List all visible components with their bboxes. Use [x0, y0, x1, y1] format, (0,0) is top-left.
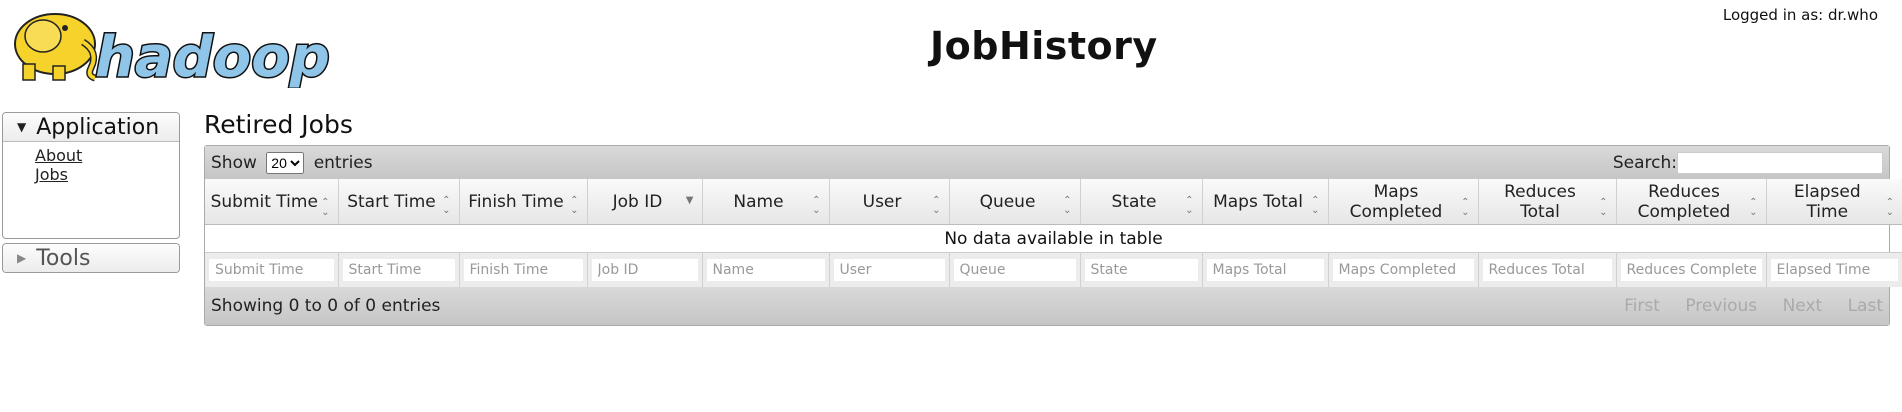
filter-input-job-id[interactable] — [591, 259, 698, 281]
elephant-icon — [14, 13, 98, 82]
nav-header-label: Application — [36, 114, 160, 140]
col-header-name[interactable]: Name ⌃ ⌄ — [702, 179, 830, 225]
nav-link-about[interactable]: About — [35, 146, 179, 165]
filter-input-state[interactable] — [1084, 259, 1198, 281]
col-header-elapsed-time[interactable]: Elapsed Time ⌃ ⌄ — [1766, 179, 1902, 225]
sort-icon: ⌃ ⌄ — [1185, 195, 1194, 216]
col-header-reduces-total[interactable]: Reduces Total ⌃ ⌄ — [1478, 179, 1617, 225]
nav-header-tools[interactable]: ▶ Tools — [3, 244, 179, 272]
entries-label: entries — [313, 152, 373, 173]
nav-links: About Jobs — [3, 142, 179, 238]
section-title: Retired Jobs — [204, 110, 353, 139]
sort-icon: ⌃ ⌄ — [321, 197, 330, 218]
logo-wordmark: hadoop — [95, 25, 330, 88]
col-header-start-time[interactable]: Start Time ⌃ ⌄ — [338, 179, 460, 225]
col-header-state[interactable]: State ⌃ ⌄ — [1080, 179, 1203, 225]
empty-message: No data available in table — [944, 228, 1163, 249]
sort-icon: ⌃ ⌄ — [812, 195, 821, 216]
previous-page-button[interactable]: Previous — [1685, 296, 1757, 316]
filter-input-reduces-completed[interactable] — [1620, 259, 1762, 281]
sort-icon: ⌃ ⌄ — [1311, 195, 1320, 216]
logged-in-user: Logged in as: dr.who — [1722, 6, 1878, 24]
empty-row: No data available in table — [205, 225, 1902, 253]
main-content: Retired Jobs Show 20 entries Search: Sub… — [204, 110, 1902, 326]
nav-header-label: Tools — [36, 245, 91, 271]
filter-row — [205, 252, 1902, 287]
col-header-queue[interactable]: Queue ⌃ ⌄ — [949, 179, 1081, 225]
col-header-maps-total[interactable]: Maps Total ⌃ ⌄ — [1202, 179, 1329, 225]
table-footer: Showing 0 to 0 of 0 entries First Previo… — [205, 287, 1889, 325]
nav-link-jobs[interactable]: Jobs — [35, 165, 179, 184]
filter-input-finish-time[interactable] — [463, 259, 583, 281]
nav-header-application[interactable]: ▼ Application — [3, 113, 179, 142]
filter-input-submit-time[interactable] — [209, 259, 334, 281]
show-label: Show — [211, 152, 257, 173]
length-control: Show 20 entries — [211, 151, 373, 174]
last-page-button[interactable]: Last — [1848, 296, 1883, 316]
sort-icon: ⌃ ⌄ — [1063, 195, 1072, 216]
header-row: Submit Time ⌃ ⌄ Start Time ⌃ ⌄ Finish Time ⌃ ⌄… — [205, 179, 1902, 225]
entries-select[interactable]: 20 — [266, 151, 305, 174]
filter-input-name[interactable] — [706, 259, 825, 281]
col-header-submit-time[interactable]: Submit Time ⌃ ⌄ — [205, 179, 339, 225]
next-page-button[interactable]: Next — [1783, 296, 1823, 316]
col-header-job-id[interactable]: Job ID ▼ — [587, 179, 703, 225]
collapsed-triangle-icon: ▶ — [17, 251, 27, 265]
col-header-user[interactable]: User ⌃ ⌄ — [829, 179, 950, 225]
nav-section-tools: ▶ Tools — [2, 243, 180, 273]
search-input[interactable] — [1677, 151, 1883, 174]
filter-input-maps-total[interactable] — [1206, 259, 1324, 281]
nav-menu: ▼ Application About Jobs ▶ Tools — [2, 112, 180, 277]
search-label: Search: — [1612, 152, 1677, 173]
filter-input-maps-completed[interactable] — [1332, 259, 1474, 281]
col-header-maps-completed[interactable]: Maps Completed ⌃ ⌄ — [1328, 179, 1479, 225]
search-control: Search: — [1612, 151, 1883, 174]
jobs-table: Submit Time ⌃ ⌄ Start Time ⌃ ⌄ Finish Time ⌃ ⌄… — [205, 179, 1902, 287]
sort-icon: ⌃ ⌄ — [442, 195, 451, 216]
nav-section-application: ▼ Application About Jobs — [2, 112, 180, 239]
sort-icon: ⌃ ⌄ — [1461, 197, 1470, 218]
sort-icon: ⌃ ⌄ — [1749, 197, 1758, 218]
sort-icon: ⌃ ⌄ — [570, 195, 579, 216]
filter-input-user[interactable] — [833, 259, 945, 281]
hadoop-logo: hadoop — [3, 4, 341, 92]
col-header-reduces-completed[interactable]: Reduces Completed ⌃ ⌄ — [1616, 179, 1767, 225]
sort-icon: ⌃ ⌄ — [1885, 197, 1894, 218]
sort-desc-icon: ▼ — [685, 195, 694, 206]
col-header-finish-time[interactable]: Finish Time ⌃ ⌄ — [459, 179, 588, 225]
pagination: First Previous Next Last — [1604, 296, 1883, 316]
filter-input-reduces-total[interactable] — [1482, 259, 1612, 281]
jobs-table-wrapper: Show 20 entries Search: Submit Time ⌃ ⌄ St… — [204, 145, 1902, 326]
table-toolbar: Show 20 entries Search: — [205, 146, 1889, 179]
filter-input-start-time[interactable] — [342, 259, 455, 281]
filter-input-queue[interactable] — [953, 259, 1076, 281]
expanded-triangle-icon: ▼ — [17, 120, 27, 134]
filter-input-elapsed-time[interactable] — [1770, 259, 1898, 281]
sort-icon: ⌃ ⌄ — [1599, 197, 1608, 218]
sort-icon: ⌃ ⌄ — [932, 195, 941, 216]
table-info: Showing 0 to 0 of 0 entries — [211, 296, 441, 316]
page-title: JobHistory — [930, 24, 1158, 68]
first-page-button[interactable]: First — [1624, 296, 1660, 316]
